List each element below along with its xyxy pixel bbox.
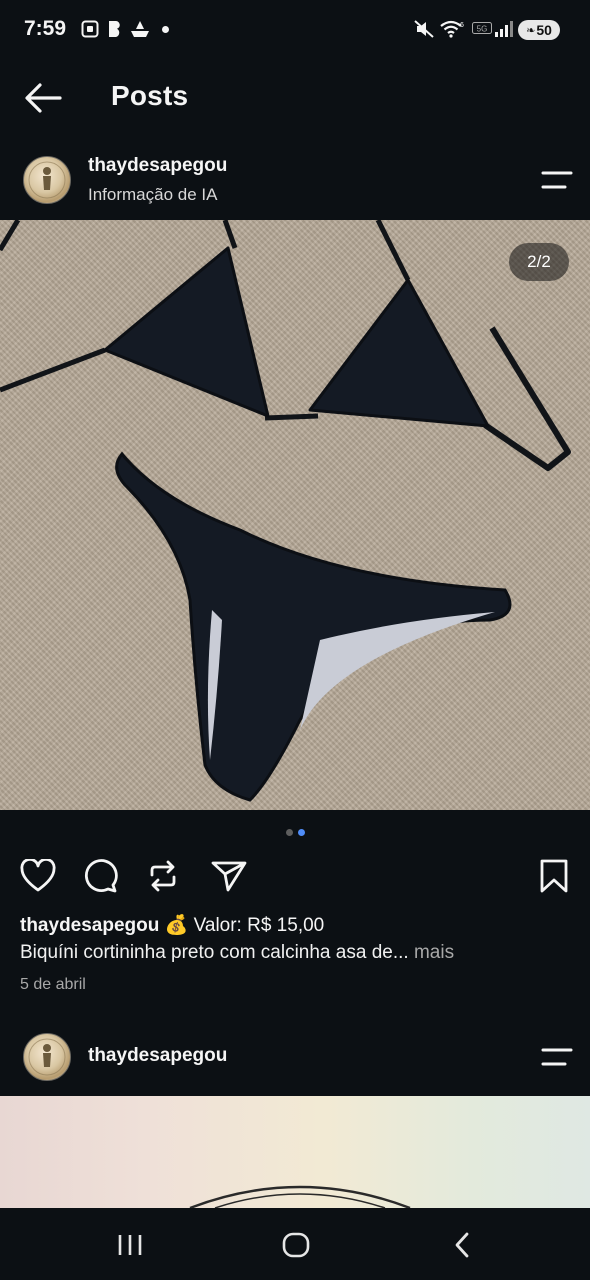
carousel-dot-1 xyxy=(286,829,293,836)
next-post-image[interactable] xyxy=(0,1096,590,1208)
paper-plane-icon xyxy=(211,861,247,892)
avatar-figure-icon xyxy=(28,1038,66,1076)
battery-leaf-icon: ❧ xyxy=(526,24,536,37)
avatar-figure-icon xyxy=(28,161,66,199)
status-bar: 7:59 6 5G ❧ 50 xyxy=(0,0,590,60)
post-image[interactable] xyxy=(0,220,590,810)
image-counter: 2/2 xyxy=(509,243,569,281)
repost-icon xyxy=(150,860,176,892)
notification-dot-icon xyxy=(160,20,170,38)
chevron-left-icon xyxy=(455,1232,469,1258)
home-icon xyxy=(282,1232,310,1258)
system-nav-bar xyxy=(0,1208,590,1280)
like-button[interactable] xyxy=(18,856,58,896)
next-post-avatar[interactable] xyxy=(23,1033,71,1081)
comment-button[interactable] xyxy=(80,856,120,896)
svg-text:5G: 5G xyxy=(477,25,488,34)
save-button[interactable] xyxy=(534,856,574,896)
heart-icon xyxy=(20,859,56,892)
post-date: 5 de abril xyxy=(20,976,86,993)
carousel-dot-2-active xyxy=(298,829,305,836)
menu-lines-icon xyxy=(541,1048,573,1066)
recent-apps-button[interactable] xyxy=(112,1230,148,1260)
next-post-username[interactable]: thaydesapegou xyxy=(88,1045,227,1067)
recent-apps-icon xyxy=(118,1235,142,1255)
repost-button[interactable] xyxy=(143,856,183,896)
system-back-button[interactable] xyxy=(448,1230,476,1260)
post-username[interactable]: thaydesapegou xyxy=(88,155,227,177)
home-button[interactable] xyxy=(280,1230,312,1260)
next-post-image-preview xyxy=(189,1185,411,1208)
caption-description: Biquíni cortininha preto com calcinha as… xyxy=(20,942,454,964)
next-post-options-button[interactable] xyxy=(540,1047,574,1067)
arrow-left-icon xyxy=(25,83,62,113)
more-link[interactable]: mais xyxy=(414,942,454,963)
page-title: Posts xyxy=(111,80,189,111)
battery-level: 50 xyxy=(536,22,552,38)
status-time: 7:59 xyxy=(24,17,67,40)
network-type-icon: 5G xyxy=(472,20,492,38)
ai-info-link[interactable]: Informação de IA xyxy=(88,185,217,205)
caption-username[interactable]: thaydesapegou xyxy=(20,915,159,936)
menu-lines-icon xyxy=(541,171,573,189)
svg-text:6: 6 xyxy=(460,22,464,29)
comment-bubble-icon xyxy=(84,859,118,893)
back-button[interactable] xyxy=(22,80,66,116)
app-b-icon xyxy=(106,20,124,38)
bikini-photo-illustration xyxy=(0,220,571,802)
screenshot-icon xyxy=(80,20,100,38)
post-options-button[interactable] xyxy=(540,170,574,190)
wifi-icon: 6 xyxy=(439,20,467,38)
money-bag-emoji: 💰 xyxy=(164,915,189,936)
mute-icon xyxy=(413,20,435,38)
avatar[interactable] xyxy=(23,156,71,204)
caption-line: thaydesapegou 💰 Valor: R$ 15,00 xyxy=(20,913,324,937)
signal-icon xyxy=(494,20,514,38)
app-notification-icon xyxy=(129,20,151,38)
description-text: Biquíni cortininha preto com calcinha as… xyxy=(20,942,409,963)
bookmark-icon xyxy=(540,859,568,893)
caption-price: Valor: R$ 15,00 xyxy=(193,915,325,936)
battery-indicator: ❧ 50 xyxy=(518,20,560,40)
share-button[interactable] xyxy=(209,856,249,896)
